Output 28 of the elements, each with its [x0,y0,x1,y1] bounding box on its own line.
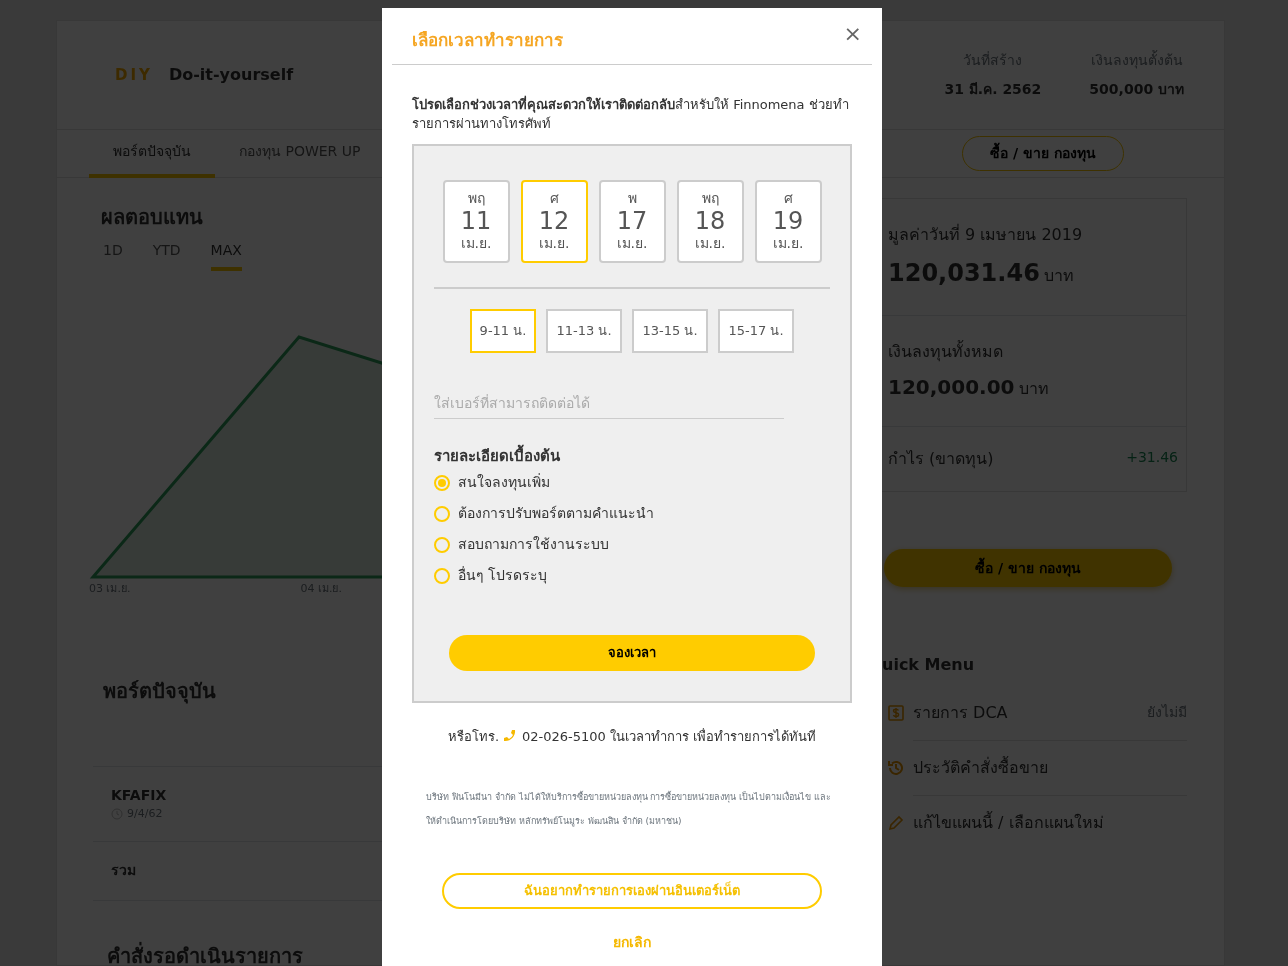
logo-text: DIY [115,64,153,86]
disclaimer-text: บริษัท ฟินโนมีนา จำกัด ไม่ได้ให้บริการซื้อขายหน่วยลงทุน การซื้อขายหน่วยลงทุน เป็นไปตามเงื่อนไข และให้ดำเนินการโดยบริษัท หลักทรัพย์โนมูระ พัฒนสิน จำกัด (มหาชน) [426,790,833,829]
call-text: 02-026-5100 ในเวลาทำการ เพื่อทำรายการได้ทันที [522,727,817,746]
date-card[interactable]: พ 17 เม.ย. [598,179,666,263]
details-title: รายละเอียดเบื้องต้น [434,444,561,467]
radio-button[interactable] [434,567,450,584]
modal-title: เลือกเวลาทำรายการ [412,30,563,50]
radio-option[interactable]: ต้องการปรับพอร์ตตามคำแนะนำ [434,498,830,529]
date-card[interactable]: พฤ 18 เม.ย. [676,179,744,263]
radio-option[interactable]: สนใจลงทุนเพิ่ม [434,467,830,498]
close-button[interactable]: × [837,22,868,46]
date-card[interactable]: พฤ 11 เม.ย. [442,179,510,263]
profit-value: +31.46 [1126,448,1178,467]
radio-button[interactable] [434,474,450,491]
radio-option[interactable]: อื่นๆ โปรดระบุ [434,560,830,591]
time-slot[interactable]: 9-11 น. [470,308,536,353]
radio-option[interactable]: สอบถามการใช้งานระบบ [434,529,830,560]
date-card[interactable]: ศ 19 เม.ย. [754,179,822,263]
book-button[interactable]: จองเวลา [449,635,815,671]
time-slot[interactable]: 11-13 น. [546,308,622,353]
date-card[interactable]: ศ 12 เม.ย. [520,179,588,263]
radio-button[interactable] [434,536,450,553]
intro-text: โปรดเลือกช่วงเวลาที่คุณสะดวกให้เราติดต่อกลับสำหรับให้ Finnomena ช่วยทำรายการผ่านทางโทรศัพท์ [411,94,850,133]
phone-field[interactable]: ใส่เบอร์ที่สามารถติดต่อได้ [434,388,784,419]
radio-button[interactable] [434,505,450,522]
time-slot[interactable]: 13-15 น. [632,308,708,353]
time-slot[interactable]: 15-17 น. [718,308,794,353]
call-text: หรือโทร. [447,728,499,746]
